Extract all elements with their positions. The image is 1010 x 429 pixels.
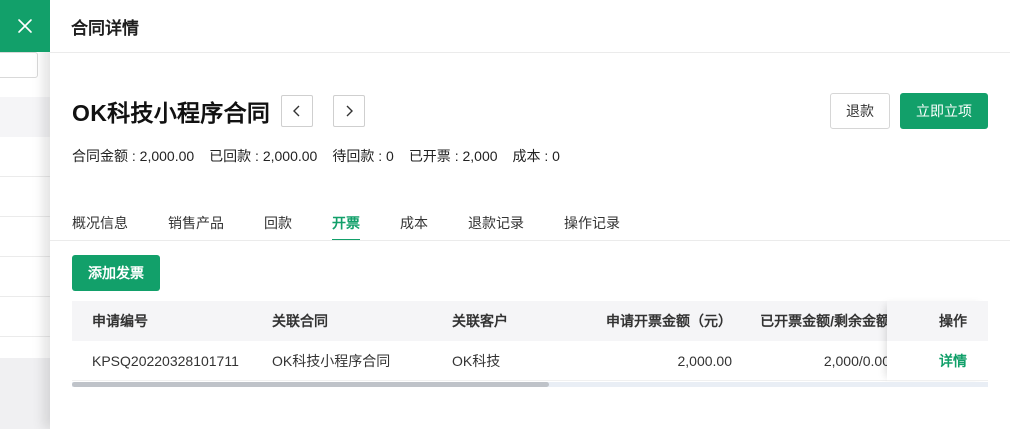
- background-search-input: [0, 52, 38, 78]
- detail-link[interactable]: 详情: [887, 341, 988, 381]
- column-header-invoiced-remaining: 已开票金额/剩余金额: [760, 313, 890, 329]
- close-icon: [18, 19, 32, 33]
- contract-title-row: OK科技小程序合同 退款 立即立项: [72, 93, 988, 129]
- drawer-header: 合同详情: [50, 0, 1010, 53]
- contract-name: OK科技小程序合同: [72, 100, 271, 126]
- summary-cost: 成本 : 0: [512, 148, 560, 164]
- tab-products[interactable]: 销售产品: [168, 210, 224, 241]
- summary-invoiced: 已开票 : 2,000: [408, 148, 498, 164]
- cell-customer: OK科技: [452, 353, 501, 369]
- column-header-operation: 操作: [887, 301, 988, 341]
- contract-detail-drawer: 合同详情 OK科技小程序合同 退款 立即立项 合同金额 : 2,000.00 已…: [50, 0, 1010, 429]
- tab-operation-logs[interactable]: 操作记录: [564, 210, 620, 241]
- background-page: [0, 0, 50, 429]
- background-table-row: [0, 137, 50, 177]
- fixed-operation-column: 操作 详情: [887, 301, 988, 381]
- tab-invoices[interactable]: 开票: [332, 210, 360, 241]
- background-table-row: [0, 217, 50, 257]
- create-project-button[interactable]: 立即立项: [900, 93, 988, 129]
- background-footer: [0, 358, 50, 429]
- column-header-amount: 申请开票金额（元）: [606, 313, 732, 329]
- cell-id: KPSQ20220328101711: [92, 353, 239, 369]
- cell-amount: 2,000.00: [677, 353, 733, 369]
- tab-cost[interactable]: 成本: [400, 210, 428, 241]
- horizontal-scrollbar[interactable]: [72, 382, 988, 387]
- header-actions: 退款 立即立项: [830, 93, 988, 129]
- column-header-id: 申请编号: [92, 313, 148, 329]
- previous-contract-button[interactable]: [281, 95, 314, 127]
- invoice-table: 申请编号 关联合同 关联客户 申请开票金额（元） 已开票金额/剩余金额 KPSQ…: [72, 301, 988, 387]
- table-header: 申请编号 关联合同 关联客户 申请开票金额（元） 已开票金额/剩余金额: [72, 301, 988, 341]
- tab-refund-records[interactable]: 退款记录: [468, 210, 524, 241]
- summary-received: 已回款 : 2,000.00: [209, 148, 318, 164]
- refund-button[interactable]: 退款: [830, 93, 890, 129]
- summary-contract-amount: 合同金额 : 2,000.00: [72, 148, 195, 164]
- cell-contract: OK科技小程序合同: [272, 353, 391, 369]
- tab-overview[interactable]: 概况信息: [72, 210, 128, 241]
- chevron-right-icon: [346, 105, 354, 117]
- add-invoice-button[interactable]: 添加发票: [72, 255, 160, 291]
- tab-payments[interactable]: 回款: [264, 210, 292, 241]
- background-table-row: [0, 177, 50, 217]
- drawer-title: 合同详情: [71, 18, 139, 38]
- contract-summary: 合同金额 : 2,000.00 已回款 : 2,000.00 待回款 : 0 已…: [72, 146, 560, 166]
- background-table-header: [0, 97, 50, 137]
- cell-invoiced-remaining: 2,000/0.00: [823, 353, 890, 369]
- summary-pending: 待回款 : 0: [332, 148, 394, 164]
- background-table-row: [0, 297, 50, 337]
- column-header-customer: 关联客户: [452, 313, 508, 329]
- column-header-contract: 关联合同: [272, 313, 328, 329]
- scrollbar-thumb[interactable]: [72, 382, 549, 387]
- close-button[interactable]: [0, 0, 50, 52]
- detail-tabs: 概况信息 销售产品 回款 开票 成本 退款记录 操作记录: [72, 210, 660, 241]
- background-table-row: [0, 257, 50, 297]
- chevron-left-icon: [293, 105, 300, 117]
- tabs-divider: [50, 240, 1010, 241]
- next-contract-button[interactable]: [333, 95, 366, 127]
- table-row: KPSQ20220328101711 OK科技小程序合同 OK科技 2,000.…: [72, 341, 988, 381]
